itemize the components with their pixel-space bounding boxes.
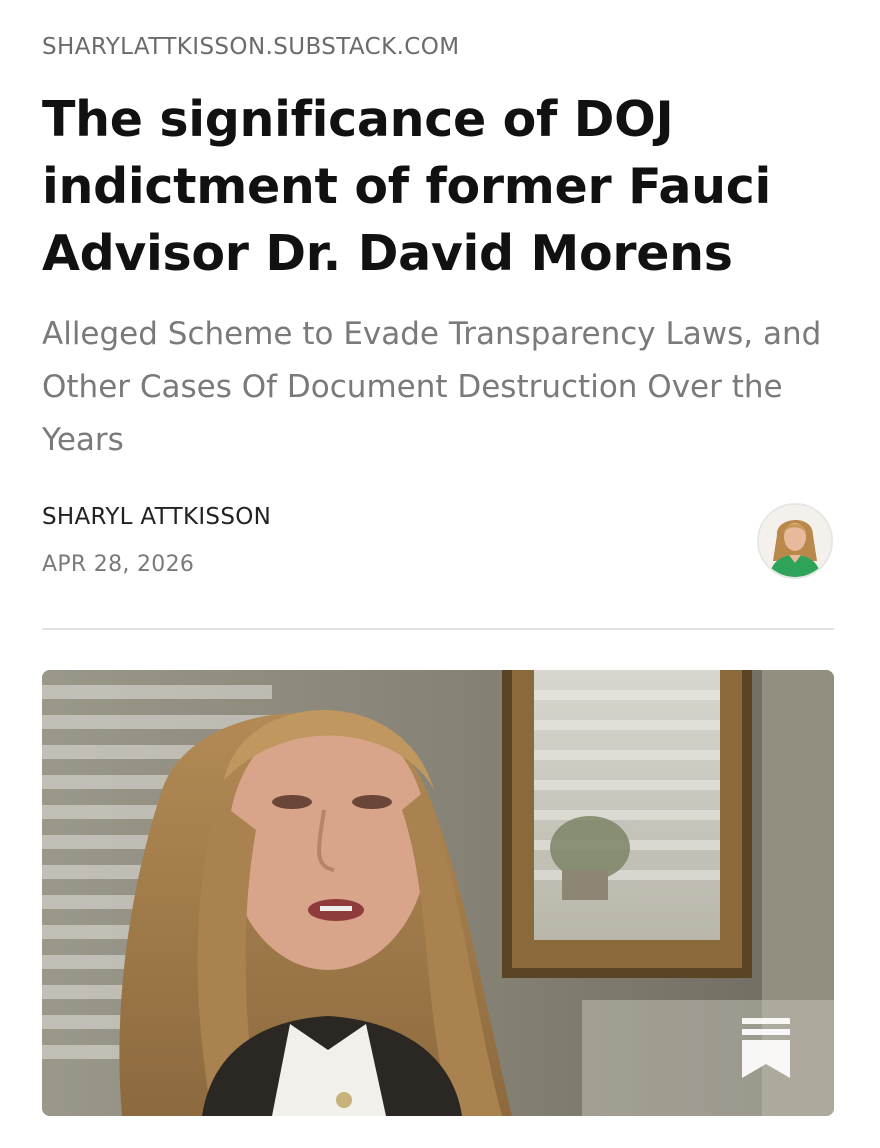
publication-source[interactable]: SHARYLATTKISSON.SUBSTACK.COM bbox=[42, 34, 460, 60]
author-avatar-image bbox=[759, 505, 831, 577]
publish-date: APR 28, 2026 bbox=[42, 552, 195, 577]
hero-image[interactable] bbox=[42, 670, 834, 1116]
article-title[interactable]: The significance of DOJ indictment of fo… bbox=[42, 86, 842, 287]
article-subtitle: Alleged Scheme to Evade Transparency Law… bbox=[42, 316, 822, 458]
author-avatar[interactable] bbox=[757, 503, 833, 579]
hero-photo bbox=[42, 670, 834, 1116]
header-divider bbox=[42, 628, 834, 630]
author-name[interactable]: SHARYL ATTKISSON bbox=[42, 504, 271, 530]
bookmark-icon[interactable] bbox=[742, 1018, 790, 1078]
